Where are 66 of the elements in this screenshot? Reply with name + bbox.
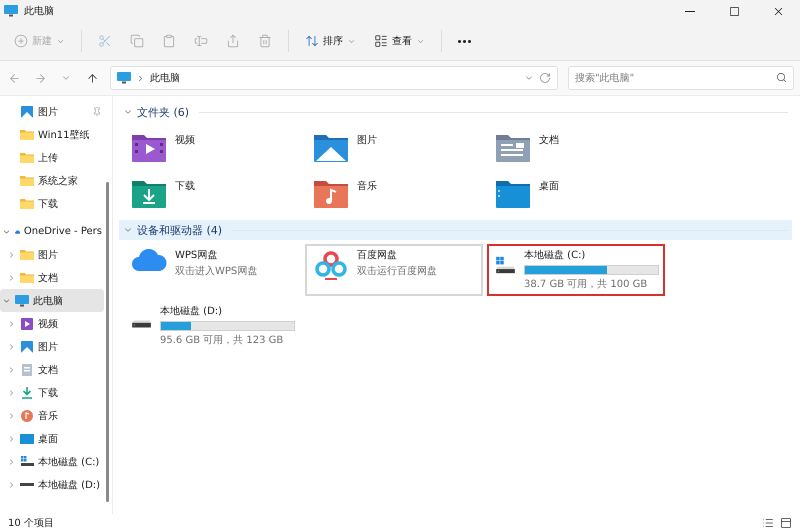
scrollbar-thumb[interactable] bbox=[106, 182, 109, 502]
clipboard-icon bbox=[162, 34, 176, 48]
monitor-icon bbox=[15, 294, 29, 306]
sidebar-item[interactable]: 系统之家 bbox=[0, 169, 104, 192]
folder-icon bbox=[20, 152, 34, 164]
sidebar-item[interactable]: 图片 bbox=[0, 100, 104, 123]
sidebar-item[interactable]: 文档 bbox=[0, 358, 104, 381]
rename-icon bbox=[194, 34, 208, 48]
tiles-view-icon bbox=[780, 517, 792, 529]
search-icon bbox=[776, 72, 787, 83]
sidebar-item[interactable]: 此电脑 bbox=[0, 289, 104, 312]
maximize-icon bbox=[728, 6, 740, 16]
more-icon bbox=[458, 40, 471, 42]
folder-icon bbox=[20, 198, 34, 210]
window-title: 此电脑 bbox=[24, 4, 54, 18]
share-icon bbox=[226, 34, 240, 48]
trash-icon bbox=[258, 34, 272, 48]
sidebar-item[interactable]: 视频 bbox=[0, 312, 104, 335]
back-icon bbox=[8, 72, 20, 84]
item-count: 10 个项目 bbox=[8, 517, 54, 530]
drive-icon bbox=[20, 483, 34, 486]
download-icon bbox=[20, 386, 34, 398]
scissors-icon bbox=[98, 34, 112, 48]
folder-icon bbox=[20, 128, 34, 140]
sidebar-item[interactable]: 图片 bbox=[0, 243, 104, 266]
sidebar-item[interactable]: OneDrive - Pers bbox=[0, 220, 104, 243]
sidebar-item[interactable]: 桌面 bbox=[0, 427, 104, 450]
sort-icon bbox=[305, 34, 319, 48]
sidebar-item[interactable]: 上传 bbox=[0, 146, 104, 169]
sidebar-item[interactable]: 文档 bbox=[0, 266, 104, 289]
breadcrumb[interactable]: 此电脑 bbox=[150, 71, 180, 85]
refresh-icon bbox=[539, 72, 551, 84]
search-field[interactable]: 搜索"此电脑" bbox=[568, 66, 794, 90]
sidebar-item[interactable]: 本地磁盘 (D:) bbox=[0, 473, 104, 496]
list-view-icon bbox=[374, 34, 388, 48]
monitor-icon bbox=[4, 5, 18, 17]
windows-drive-icon bbox=[20, 456, 34, 468]
sidebar-item[interactable]: 图片 bbox=[0, 335, 104, 358]
cloud-icon bbox=[131, 249, 167, 271]
up-icon bbox=[86, 72, 98, 84]
address-bar[interactable]: 此电脑 bbox=[110, 66, 558, 90]
chevron-right-icon bbox=[136, 74, 145, 82]
video-icon bbox=[20, 318, 34, 330]
sidebar-item[interactable]: 本地磁盘 (C:) bbox=[0, 450, 104, 473]
folder-icon bbox=[20, 248, 34, 260]
minimize-icon bbox=[685, 10, 695, 12]
forward-icon bbox=[34, 72, 46, 84]
drive-item[interactable]: 百度网盘 双击运行百度网盘 bbox=[305, 244, 483, 296]
drive-item[interactable]: 本地磁盘 (C:) 38.7 GB 可用，共 100 GB bbox=[487, 244, 665, 296]
sidebar-item[interactable]: 下载 bbox=[0, 381, 104, 404]
sidebar-item[interactable]: 下载 bbox=[0, 192, 104, 215]
folder-icon bbox=[20, 272, 34, 284]
rings-icon bbox=[313, 249, 349, 281]
sidebar-item[interactable]: Win11壁纸 bbox=[0, 123, 104, 146]
sort-button[interactable]: 排序 bbox=[297, 27, 364, 55]
section-header[interactable]: 文件夹 (6) bbox=[119, 102, 792, 122]
document-icon bbox=[20, 364, 34, 376]
music-icon bbox=[20, 410, 34, 422]
section-header[interactable]: 设备和驱动器 (4) bbox=[119, 220, 792, 240]
plus-circle-icon bbox=[14, 34, 28, 48]
folder-icon bbox=[20, 174, 34, 186]
sidebar-item[interactable]: 音乐 bbox=[0, 404, 104, 427]
monitor-icon bbox=[117, 72, 131, 84]
copy-icon bbox=[130, 34, 144, 48]
desktop-icon bbox=[20, 432, 34, 444]
view-button[interactable]: 查看 bbox=[366, 27, 433, 55]
